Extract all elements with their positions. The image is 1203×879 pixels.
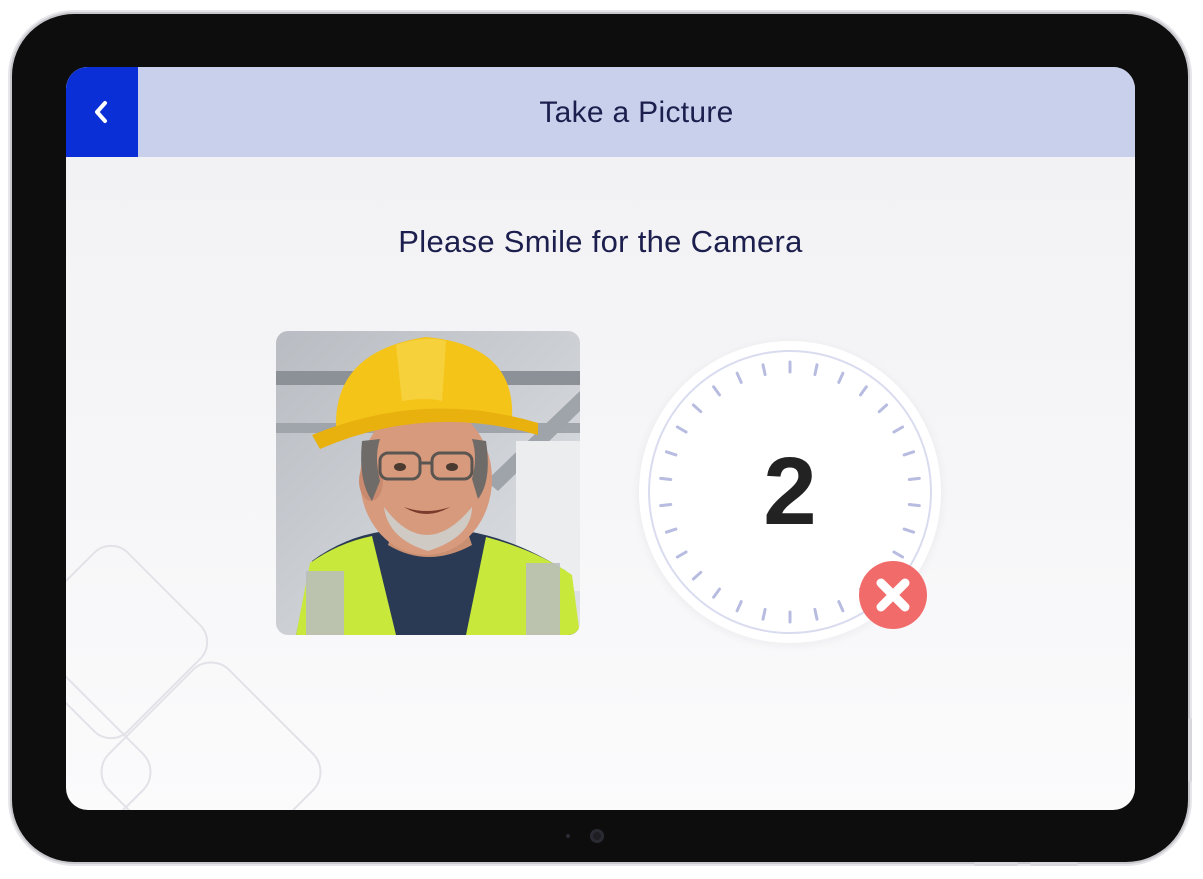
header-bar: Take a Picture	[66, 67, 1135, 157]
top-button-left	[974, 862, 1018, 866]
cancel-button[interactable]	[859, 561, 927, 629]
back-button[interactable]	[66, 67, 138, 157]
worker-photo	[276, 331, 580, 635]
top-button-right	[1030, 862, 1078, 866]
front-camera	[590, 829, 604, 843]
app-screen: Take a Picture Please Smile for the Came…	[66, 67, 1135, 810]
close-x-icon	[876, 578, 910, 612]
page-title: Take a Picture	[539, 96, 734, 129]
camera-preview	[276, 331, 580, 635]
chevron-left-icon	[95, 101, 107, 123]
smile-prompt: Please Smile for the Camera	[398, 224, 803, 259]
side-volume-button	[1188, 718, 1192, 782]
camera-sensor-dot	[566, 834, 570, 838]
